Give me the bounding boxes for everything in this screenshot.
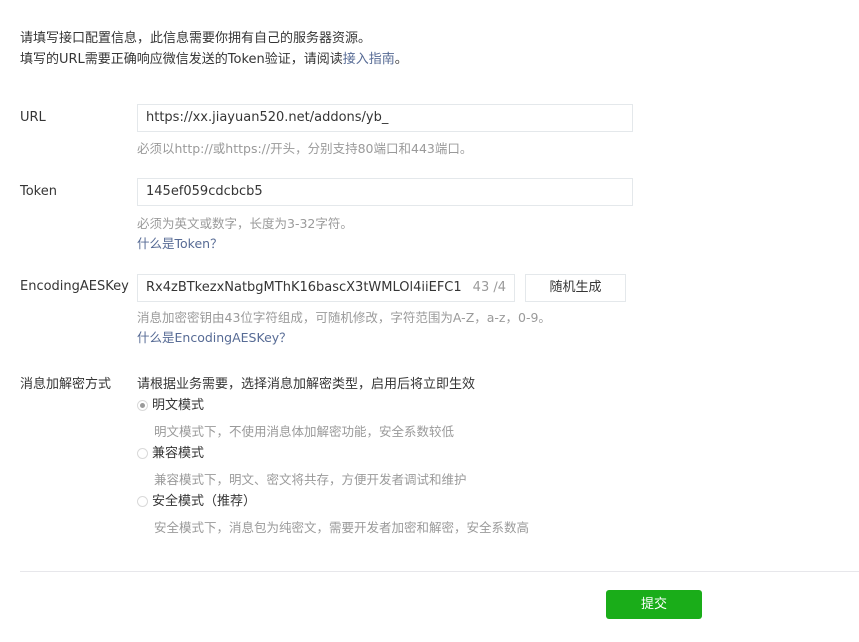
url-input[interactable]: https://xx.jiayuan520.net/addons/yb_ (137, 104, 633, 132)
radio-secure-desc: 安全模式下，消息包为纯密文，需要开发者加密和解密，安全系数高 (154, 520, 530, 535)
radio-compatible-circle[interactable] (137, 447, 148, 459)
radio-secure-mode[interactable]: 安全模式（推荐） (137, 493, 256, 511)
radio-plaintext-circle[interactable] (137, 399, 148, 411)
aes-char-counter: 43 ∕4 (468, 275, 506, 301)
intro-line-2-prefix: 填写的URL需要正确响应微信发送的Token验证，请阅读 (20, 52, 343, 67)
radio-secure-label: 安全模式（推荐） (152, 494, 257, 509)
radio-plaintext-mode[interactable]: 明文模式 (137, 397, 204, 415)
radio-plaintext-desc: 明文模式下，不使用消息体加解密功能，安全系数较低 (154, 424, 455, 439)
radio-compatible-mode[interactable]: 兼容模式 (137, 445, 204, 463)
aes-input[interactable]: Rx4zBTkezxNatbgMThK16bascX3tWMLOl4iiEFC1… (137, 274, 515, 302)
radio-compatible-label: 兼容模式 (152, 446, 205, 461)
url-label: URL (20, 110, 46, 125)
aes-help-link[interactable]: 什么是EncodingAESKey？ (137, 327, 292, 346)
token-label: Token (20, 184, 57, 199)
token-input-value: 145ef059cdcbcb5 (146, 184, 263, 199)
aes-hint: 消息加密密钥由43位字符组成，可随机修改，字符范围为A-Z，a-z，0-9。 (137, 310, 551, 325)
radio-secure-circle[interactable] (137, 495, 148, 507)
aes-input-value: Rx4zBTkezxNatbgMThK16bascX3tWMLOl4iiEFC1… (146, 280, 462, 295)
footer-divider (20, 571, 859, 572)
token-hint: 必须为英文或数字，长度为3-32字符。 (137, 216, 353, 231)
intro-line-2-suffix: 。 (394, 52, 408, 67)
access-guide-link[interactable]: 接入指南 (343, 52, 395, 67)
encryption-label: 消息加解密方式 (20, 377, 112, 392)
aes-label: EncodingAESKey (20, 279, 129, 294)
url-input-value: https://xx.jiayuan520.net/addons/yb_ (146, 110, 389, 125)
radio-plaintext-label: 明文模式 (152, 398, 205, 413)
url-hint: 必须以http://或https://开头，分别支持80端口和443端口。 (137, 141, 473, 156)
intro-text: 请填写接口配置信息，此信息需要你拥有自己的服务器资源。 填写的URL需要正确响应… (20, 28, 408, 70)
intro-line-2: 填写的URL需要正确响应微信发送的Token验证，请阅读接入指南。 (20, 49, 408, 70)
intro-line-1: 请填写接口配置信息，此信息需要你拥有自己的服务器资源。 (20, 31, 372, 46)
token-input[interactable]: 145ef059cdcbcb5 (137, 178, 633, 206)
encryption-description: 请根据业务需要，选择消息加解密类型，启用后将立即生效 (137, 377, 476, 392)
random-generate-button[interactable]: 随机生成 (525, 274, 626, 302)
radio-compatible-desc: 兼容模式下，明文、密文将共存，方便开发者调试和维护 (154, 472, 467, 487)
submit-button[interactable]: 提交 (606, 590, 702, 619)
token-help-link[interactable]: 什么是Token？ (137, 233, 223, 252)
